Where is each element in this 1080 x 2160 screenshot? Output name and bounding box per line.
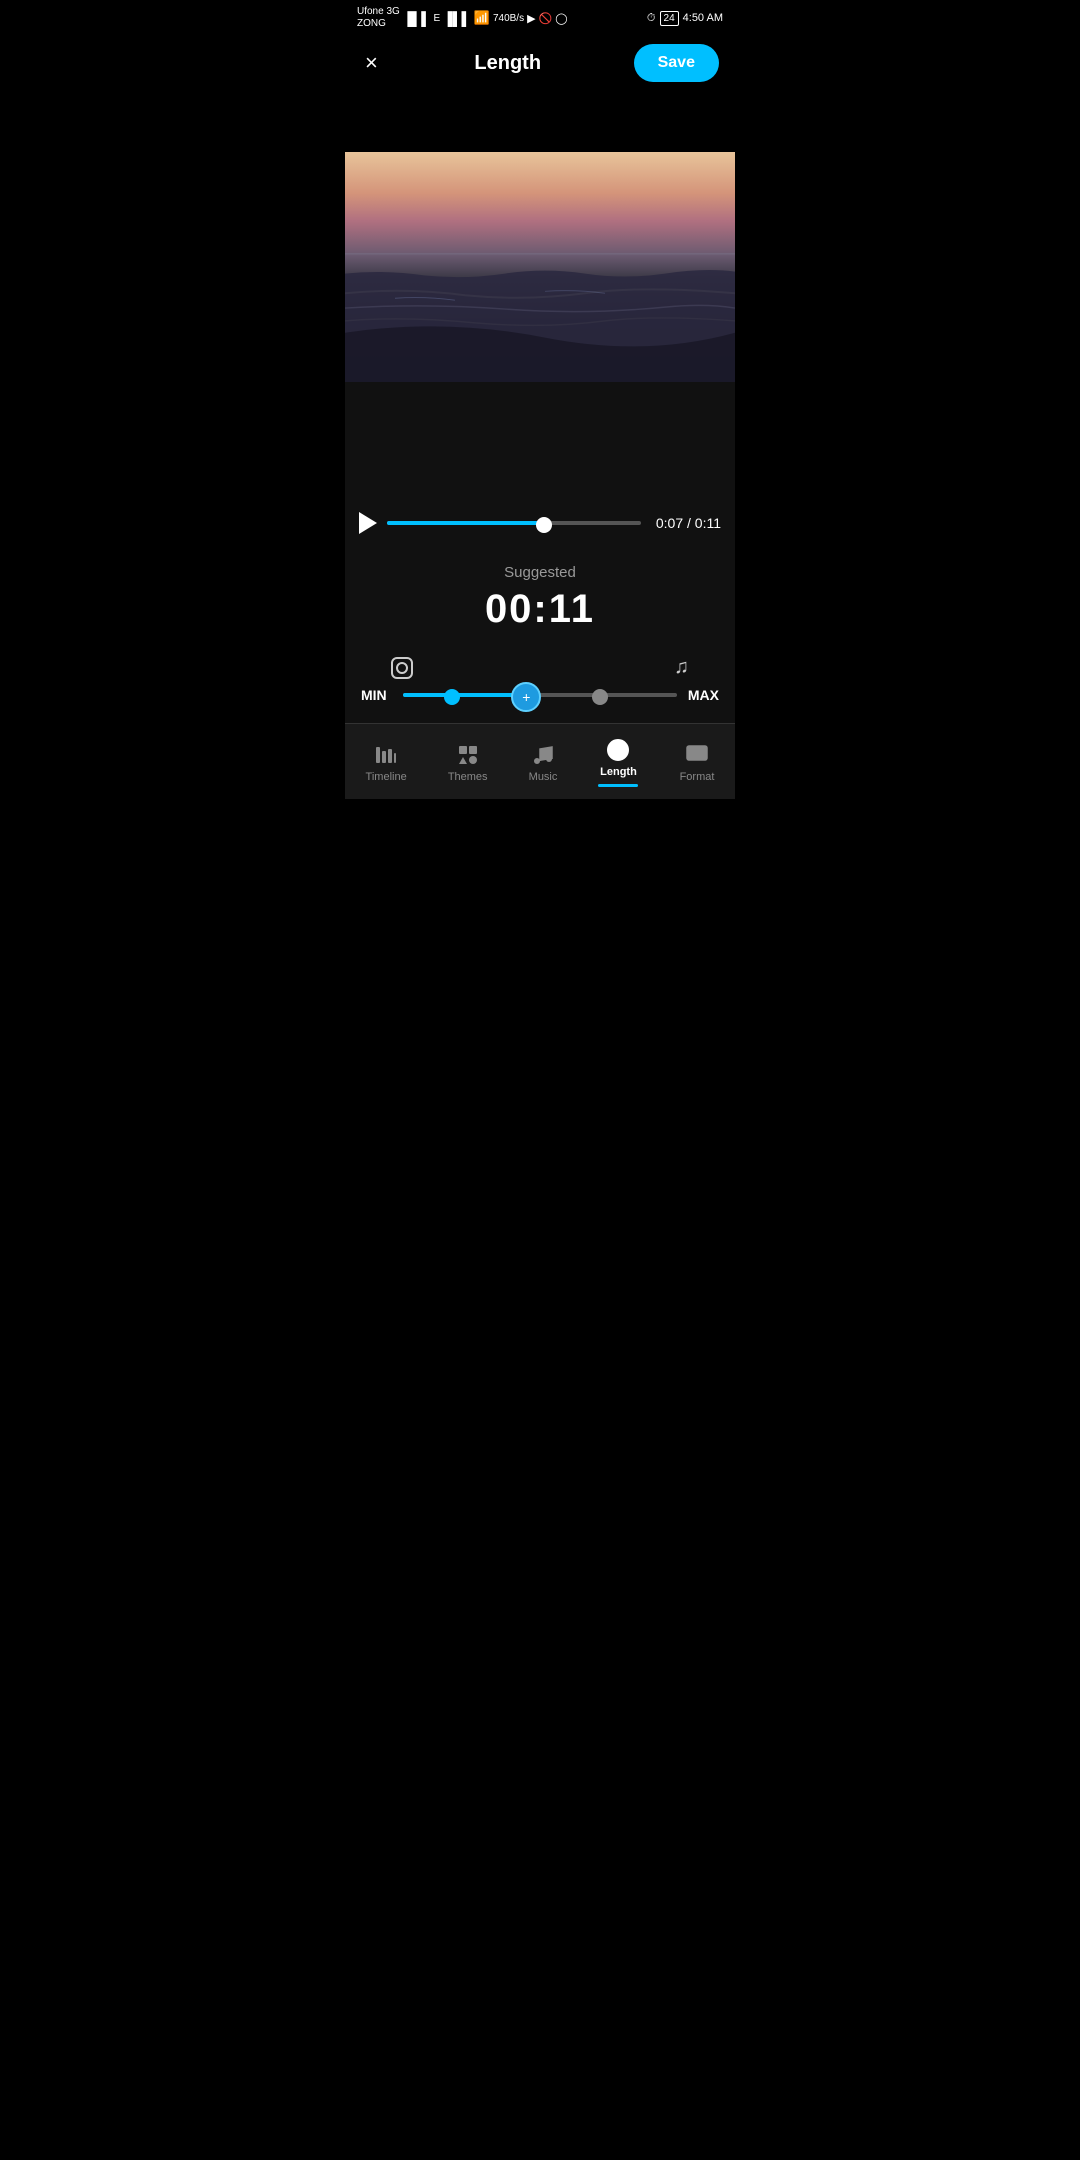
status-bar: Ufone 3G ZONG ▐▌▌ E ▐▌▌ 📶 740B/s ▶ 🚫 ◯ ⏱… (345, 0, 735, 34)
nav-item-themes[interactable]: Themes (438, 739, 498, 787)
duration-slider[interactable]: + (403, 685, 677, 705)
nav-item-length[interactable]: Length (588, 734, 648, 791)
sync-icon: ◯ (555, 12, 567, 25)
timeline-icon (374, 743, 398, 767)
status-right: ⏱ 24 4:50 AM (647, 11, 723, 26)
duration-icons-row: ♫ (361, 656, 719, 679)
status-left: Ufone 3G ZONG ▐▌▌ E ▐▌▌ 📶 740B/s ▶ 🚫 ◯ (357, 6, 568, 30)
slider-thumb-left[interactable] (444, 689, 460, 705)
suggested-section: Suggested 00:11 (345, 544, 735, 646)
alarm-icon: ⏱ (647, 12, 656, 25)
min-label: MIN (361, 687, 393, 703)
suggested-label: Suggested (345, 564, 735, 581)
nav-item-timeline[interactable]: Timeline (356, 739, 417, 787)
play-icon (359, 512, 377, 534)
format-label: Format (680, 771, 715, 783)
close-button[interactable]: × (361, 46, 382, 80)
post-video-space (345, 382, 735, 502)
video-preview (345, 152, 735, 382)
time-display: 0:07 / 0:11 (651, 515, 721, 531)
pre-video-space (345, 92, 735, 152)
progress-track (387, 521, 641, 525)
themes-label: Themes (448, 771, 488, 783)
length-icon (606, 738, 630, 762)
save-button[interactable]: Save (634, 44, 719, 82)
play-button[interactable] (359, 512, 377, 534)
duration-section: ♫ MIN + MAX (345, 646, 735, 723)
max-label: MAX (687, 687, 719, 703)
app-header: × Length Save (345, 34, 735, 92)
slider-center-icon: + (522, 689, 530, 705)
music-icon (531, 743, 555, 767)
progress-thumb[interactable] (536, 517, 552, 533)
music-label: Music (529, 771, 558, 783)
length-label: Length (600, 766, 637, 778)
time-label: 4:50 AM (683, 12, 723, 24)
dnd-icon: 🚫 (539, 12, 553, 25)
battery-label: 24 (660, 11, 679, 26)
network-type: E (433, 13, 440, 24)
themes-icon (456, 743, 480, 767)
duration-slider-row: MIN + MAX (361, 685, 719, 705)
format-icon (685, 743, 709, 767)
music-note-icon: ♫ (674, 656, 689, 679)
slider-fill (403, 693, 526, 697)
carrier-label: Ufone 3G ZONG (357, 6, 400, 30)
progress-fill (387, 521, 544, 525)
slider-thumb-center[interactable]: + (511, 682, 541, 712)
ocean-svg (345, 244, 735, 382)
signal-bars: ▐▌▌ (403, 11, 431, 26)
cast-icon: ▶ (527, 12, 535, 25)
signal-bars-2: ▐▌▌ (443, 11, 471, 26)
slider-track: + (403, 693, 677, 697)
instagram-icon (391, 657, 413, 679)
playback-section: 0:07 / 0:11 (345, 502, 735, 544)
page-title: Length (474, 52, 541, 75)
speed-label: 740B/s (493, 13, 524, 24)
nav-item-format[interactable]: Format (670, 739, 725, 787)
timeline-label: Timeline (366, 771, 407, 783)
slider-thumb-right[interactable] (592, 689, 608, 705)
wifi-icon: 📶 (474, 10, 490, 26)
nav-item-music[interactable]: Music (519, 739, 568, 787)
close-icon: × (365, 50, 378, 75)
active-indicator (598, 784, 638, 787)
progress-bar[interactable] (387, 521, 641, 525)
bottom-nav: Timeline Themes Music Length (345, 723, 735, 799)
suggested-time: 00:11 (345, 587, 735, 632)
